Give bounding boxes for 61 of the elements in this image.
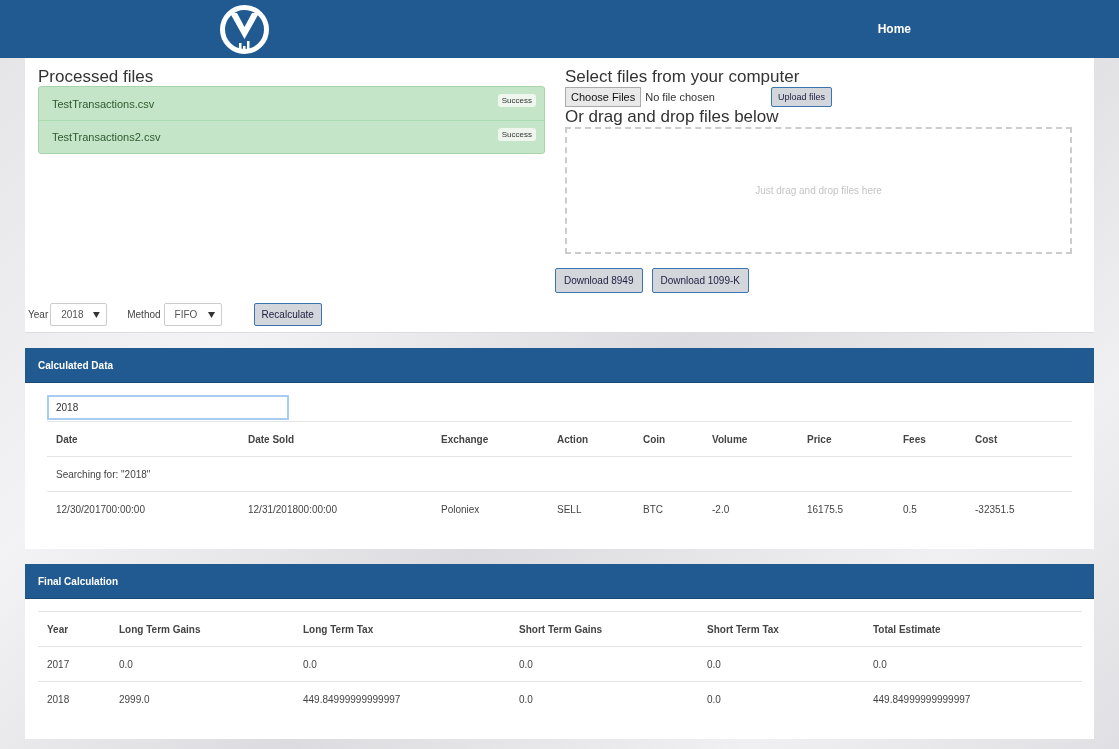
caret-icon <box>207 311 215 318</box>
table-cell-text: 0.0 <box>302 658 318 670</box>
table-cell-text: 2017 <box>46 658 71 670</box>
section-title: Processed files <box>38 68 155 86</box>
method-label: Method <box>127 309 161 320</box>
column-header: Short Term Gains <box>518 623 604 635</box>
table-cell-text: 449.84999999999997 <box>872 693 972 705</box>
logo-icon <box>218 2 271 56</box>
column-header: Fees <box>902 433 927 445</box>
caret-icon <box>93 311 101 318</box>
table-cell-text: -32351.5 <box>974 503 1016 515</box>
table-cell-text: 0.0 <box>706 658 722 670</box>
column-header: Action <box>556 433 590 445</box>
table-cell-text: 2999.0 <box>118 693 151 705</box>
file-name: TestTransactions.csv <box>52 97 155 110</box>
table-cell-text: -2.0 <box>711 503 731 515</box>
table-cell-text: 0.0 <box>118 658 134 670</box>
table-cell-text: 0.0 <box>706 693 722 705</box>
column-header: Total Estimate <box>872 623 942 635</box>
search-field[interactable]: 2018 <box>47 395 289 420</box>
table-cell-text: SELL <box>556 503 583 515</box>
table-cell-text: 449.84999999999997 <box>302 693 402 705</box>
choose-files-button[interactable]: Choose Files <box>565 87 642 107</box>
table-cell-text: 0.5 <box>902 503 918 515</box>
column-header: Volume <box>711 433 749 445</box>
table-cell-text: 0.0 <box>518 693 534 705</box>
column-header: Price <box>806 433 833 445</box>
panel-header: Calculated Data <box>25 348 1094 383</box>
column-header: Date <box>55 433 79 445</box>
table-cell-text: 16175.5 <box>806 503 845 515</box>
file-status: No file chosen <box>645 91 715 103</box>
column-header: Exchange <box>440 433 490 445</box>
column-header: Year <box>46 623 70 635</box>
download-button[interactable]: Download 1099-K <box>651 268 749 293</box>
method-select[interactable]: FIFO <box>163 303 222 326</box>
table-cell-text: Poloniex <box>440 503 481 515</box>
upload-button[interactable]: Upload files <box>770 87 832 107</box>
year-select[interactable]: 2018 <box>50 303 108 326</box>
table-cell-text: 0.0 <box>518 658 534 670</box>
file-name: TestTransactions2.csv <box>52 131 161 143</box>
section-title: Select files from your computer <box>565 68 801 86</box>
search-note: Searching for: "2018" <box>56 468 151 480</box>
column-header: Long Term Gains <box>118 623 202 635</box>
column-header: Short Term Tax <box>706 623 780 635</box>
column-header: Coin <box>642 433 667 445</box>
download-button[interactable]: Download 8949 <box>555 268 643 293</box>
recalculate-button[interactable]: Recalculate <box>253 303 322 326</box>
table-cell-text: 2018 <box>46 693 71 705</box>
year-label: Year <box>28 309 49 320</box>
table-cell-text: BTC <box>642 503 664 515</box>
column-header: Long Term Tax <box>302 623 375 635</box>
table-cell-text: 12/31/201800:00:00 <box>247 503 338 515</box>
panel-header: Final Calculation <box>25 564 1094 599</box>
column-header: Cost <box>974 433 999 445</box>
table-cell-text: 12/30/201700:00:00 <box>55 503 146 515</box>
home-link[interactable]: Home <box>877 18 911 40</box>
table-cell-text: 0.0 <box>872 658 888 670</box>
section-title: Or drag and drop files below <box>565 108 780 126</box>
column-header: Date Sold <box>247 433 296 445</box>
status-badge: Success <box>497 94 536 107</box>
status-badge: Success <box>497 127 536 141</box>
